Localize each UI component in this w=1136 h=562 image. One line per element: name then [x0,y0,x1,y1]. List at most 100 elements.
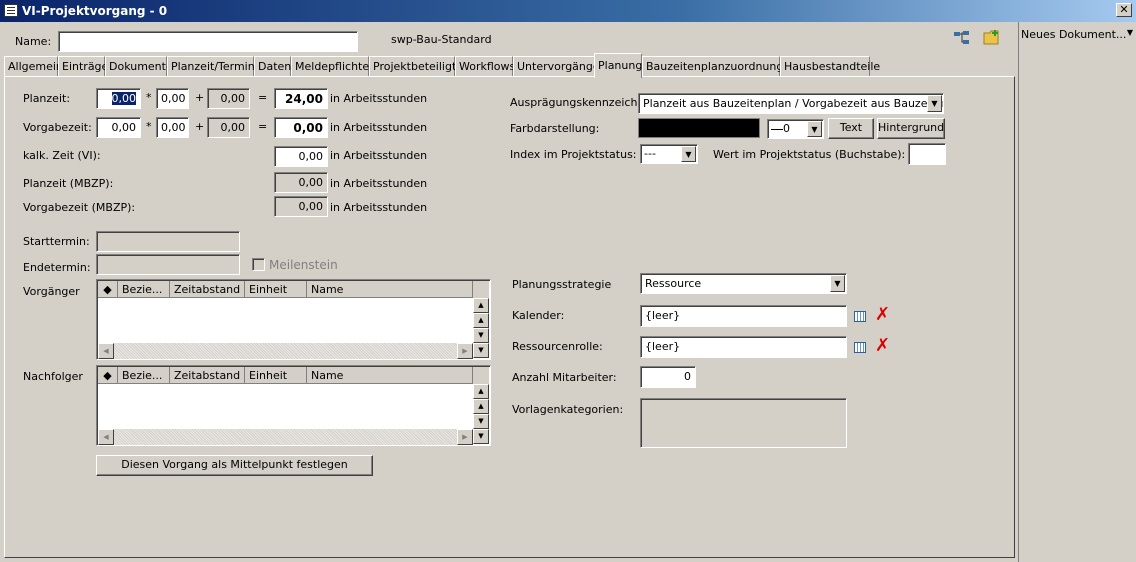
scroll-down-icon[interactable]: ▼ [473,328,489,343]
mitarbeiter-input[interactable]: 0 [640,366,696,388]
chevron-down-icon[interactable]: ▼ [830,275,845,292]
planzeit-a-input[interactable]: 0,00 [96,88,141,109]
strategie-select[interactable]: Ressource ▼ [640,273,847,294]
tab-eintraege[interactable]: Einträge [58,56,108,77]
kalender-input[interactable]: {leer} [640,305,847,327]
tab-workflows[interactable]: Workflows [455,56,515,77]
rolle-input[interactable]: {leer} [640,336,847,358]
vorgabezeit-eq: = [258,120,268,133]
wert-input[interactable] [908,143,946,165]
planzeit-c-input: 0,00 [207,88,250,109]
column-header[interactable]: Name [307,367,473,384]
index-select[interactable]: --- ▼ [640,144,698,164]
chevron-down-icon[interactable]: ▼ [927,95,942,112]
color-swatch[interactable] [638,118,760,138]
strategie-label: Planungsstrategie [512,278,612,291]
text-color-button[interactable]: Text [828,118,874,139]
vorgabezeit-add: + [195,120,205,133]
tab-projektbeteiligte[interactable]: Projektbeteiligte [369,56,463,77]
auspraegung-value: Planzeit aus Bauzeitenplan / Vorgabezeit… [643,97,944,110]
planzeit-eq: = [258,91,268,104]
scroll-up-icon[interactable]: ▲ [473,399,489,414]
vorgabezeit-mbzp-label: Vorgabezeit (MBZP): [23,201,136,214]
scroll-right-icon[interactable]: ▶ [457,343,473,359]
title-bar: VI-Projektvorgang - 0 ✕ [0,0,1136,22]
horizontal-scrollbar[interactable]: ◀ ▶ [98,343,473,359]
tab-planung[interactable]: Planung [594,53,642,78]
calendar-picker-icon[interactable] [854,311,866,322]
column-header[interactable]: Bezie... [118,367,170,384]
background-color-button[interactable]: Hintergrund [877,118,945,139]
scroll-right-icon[interactable]: ▶ [457,429,473,445]
vertical-scrollbar[interactable]: ▲ ▲ ▼ ▼ [473,281,489,358]
farb-label: Farbdarstellung: [510,122,600,135]
vorgabezeit-b-input[interactable]: 0,00 [156,117,189,138]
line-sample-icon [771,128,783,130]
clear-icon[interactable]: ✗ [875,337,890,355]
tab-dokumente[interactable]: Dokumente [105,56,173,77]
tab-planzeit-termine[interactable]: Planzeit/Termine [167,56,261,77]
vorgabezeit-mbzp-unit: in Arbeitsstunden [330,201,428,214]
vorlagen-list[interactable] [640,398,847,448]
clear-icon[interactable]: ✗ [875,306,890,324]
kalk-unit: in Arbeitsstunden [330,149,428,162]
scroll-down-icon[interactable]: ▼ [473,414,489,429]
planzeit-label: Planzeit: [23,92,71,105]
scroll-bottom-icon[interactable]: ▼ [473,429,489,444]
planzeit-unit: in Arbeitsstunden [330,92,428,105]
tab-untervorgaenge[interactable]: Untervorgänge [513,56,600,77]
strategie-value: Ressource [645,277,702,290]
kalk-input[interactable]: 0,00 [274,146,328,167]
planzeit-mbzp-unit: in Arbeitsstunden [330,177,428,190]
tab-hausbestandteile[interactable]: Hausbestandteile [780,56,880,77]
scroll-top-icon[interactable]: ▲ [473,298,489,313]
hierarchy-icon[interactable] [953,30,971,46]
column-header[interactable]: Zeitabstand [170,281,245,298]
role-picker-icon[interactable] [854,342,866,353]
planzeit-result: 24,00 [274,88,328,109]
starttermin-field [96,231,240,252]
tab-bauzeitenplanzuordnungen[interactable]: Bauzeitenplanzuordnungen [642,56,797,77]
planzeit-b-input[interactable]: 0,00 [156,88,189,109]
starttermin-label: Starttermin: [23,235,90,248]
tab-allgemein[interactable]: Allgemein [4,56,63,77]
chevron-down-icon[interactable]: ▼ [681,146,696,162]
vorgaenger-grid[interactable]: ◆ Bezie... Zeitabstand Einheit Name ▲ ▲ … [96,279,491,360]
nachfolger-grid[interactable]: ◆ Bezie... Zeitabstand Einheit Name ▲ ▲ … [96,365,491,446]
scroll-left-icon[interactable]: ◀ [98,343,114,359]
chevron-down-icon[interactable]: ▼ [807,121,822,137]
chevron-down-icon: ▼ [1126,28,1133,37]
close-button[interactable]: ✕ [1116,3,1132,17]
new-document-dropdown[interactable]: Neues Dokument... ▼ [1021,28,1133,41]
scroll-left-icon[interactable]: ◀ [98,429,114,445]
color-swatch-fill [639,119,759,137]
vorgaenger-label: Vorgänger [23,285,80,298]
scroll-top-icon[interactable]: ▲ [473,384,489,399]
column-header[interactable]: Name [307,281,473,298]
vorgabezeit-a-input[interactable]: 0,00 [96,117,141,138]
nachfolger-label: Nachfolger [23,370,83,383]
scroll-up-icon[interactable]: ▲ [473,313,489,328]
name-input[interactable] [58,31,358,52]
tab-daten[interactable]: Daten [254,56,291,77]
sort-icon[interactable]: ◆ [98,281,118,298]
column-header[interactable]: Einheit [245,281,307,298]
auspraegung-select[interactable]: Planzeit aus Bauzeitenplan / Vorgabezeit… [638,93,944,114]
vertical-scrollbar[interactable]: ▲ ▲ ▼ ▼ [473,367,489,444]
set-center-button[interactable]: Diesen Vorgang als Mittelpunkt festlegen [96,455,373,476]
template-label: swp-Bau-Standard [391,33,492,46]
mitarbeiter-label: Anzahl Mitarbeiter: [512,371,617,384]
tab-meldepflichten[interactable]: Meldepflichten [291,56,376,77]
sort-icon[interactable]: ◆ [98,367,118,384]
line-width-select[interactable]: 0 ▼ [767,119,824,139]
kalender-label: Kalender: [512,309,565,322]
wert-label: Wert im Projektstatus (Buchstabe): [713,148,906,161]
planzeit-mul: * [146,91,152,104]
column-header[interactable]: Bezie... [118,281,170,298]
scroll-bottom-icon[interactable]: ▼ [473,343,489,358]
new-folder-icon[interactable] [983,28,1001,46]
column-header[interactable]: Einheit [245,367,307,384]
vorgabezeit-result: 0,00 [274,117,328,138]
horizontal-scrollbar[interactable]: ◀ ▶ [98,429,473,445]
column-header[interactable]: Zeitabstand [170,367,245,384]
